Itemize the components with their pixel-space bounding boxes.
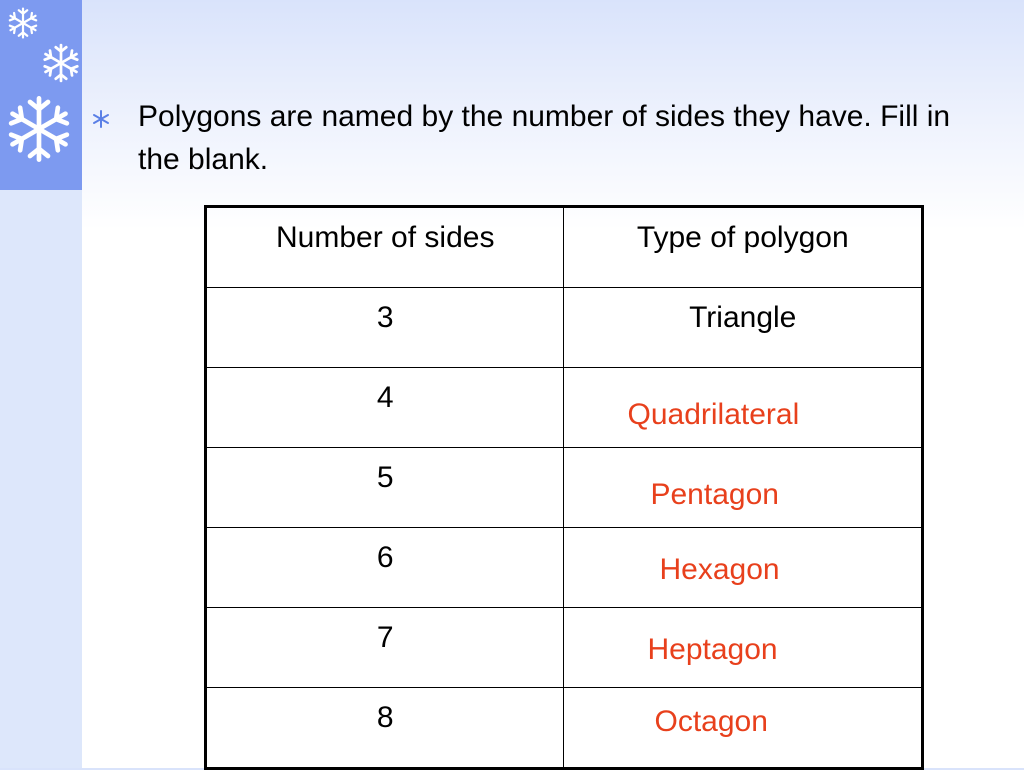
polygon-type-cell: Octagon [563,687,923,769]
sides-value: 5 [376,461,394,494]
sides-cell: 3 [204,287,565,368]
table-row: 5 Pentagon [204,447,923,528]
header-type-of-polygon: Type of polygon [563,206,923,288]
table-row: 8 Octagon [204,687,923,769]
table-row: 3 Triangle [204,287,923,368]
polygon-type-cell: Triangle [563,287,923,368]
answer-text: Heptagon [647,633,778,666]
sides-value: 8 [376,701,394,734]
polygon-type-cell: Heptagon [563,607,923,688]
sides-cell: 5 [204,447,565,528]
sides-cell: 6 [204,527,565,608]
snowflake-icon [43,43,79,83]
instruction-text: Polygons are named by the number of side… [138,100,951,176]
snowflake-icon [8,96,70,162]
snowflake-icon [8,7,38,39]
table-row: 6 Hexagon [204,527,923,608]
table-row: 4 Quadrilateral [204,367,923,448]
snowflake-bullet-icon [93,110,109,128]
answer-text: Octagon [654,705,768,738]
snowflake-panel [0,0,82,190]
answer-text: Hexagon [659,553,780,586]
polygon-type-cell: Pentagon [563,447,923,528]
table-row: 7 Heptagon [204,607,923,688]
polygon-type-cell: Quadrilateral [563,367,923,448]
header-label: Type of polygon [636,221,849,254]
sides-cell: 7 [204,607,565,688]
sides-value: 4 [376,381,394,414]
polygon-type-cell: Hexagon [563,527,923,608]
answer-text: Pentagon [650,478,779,511]
answer-text: Quadrilateral [627,398,800,431]
sides-value: 6 [376,541,394,574]
sides-value: 7 [376,621,394,654]
table-header-row: Number of sides Type of polygon [204,206,923,288]
sides-value: 3 [376,301,394,334]
sides-cell: 4 [204,367,565,448]
header-number-of-sides: Number of sides [204,206,565,288]
polygon-type-value: Triangle [689,301,797,334]
polygon-table: Number of sides Type of polygon 3 Triang… [204,205,924,770]
sides-cell: 8 [204,687,565,769]
header-label: Number of sides [276,221,495,254]
